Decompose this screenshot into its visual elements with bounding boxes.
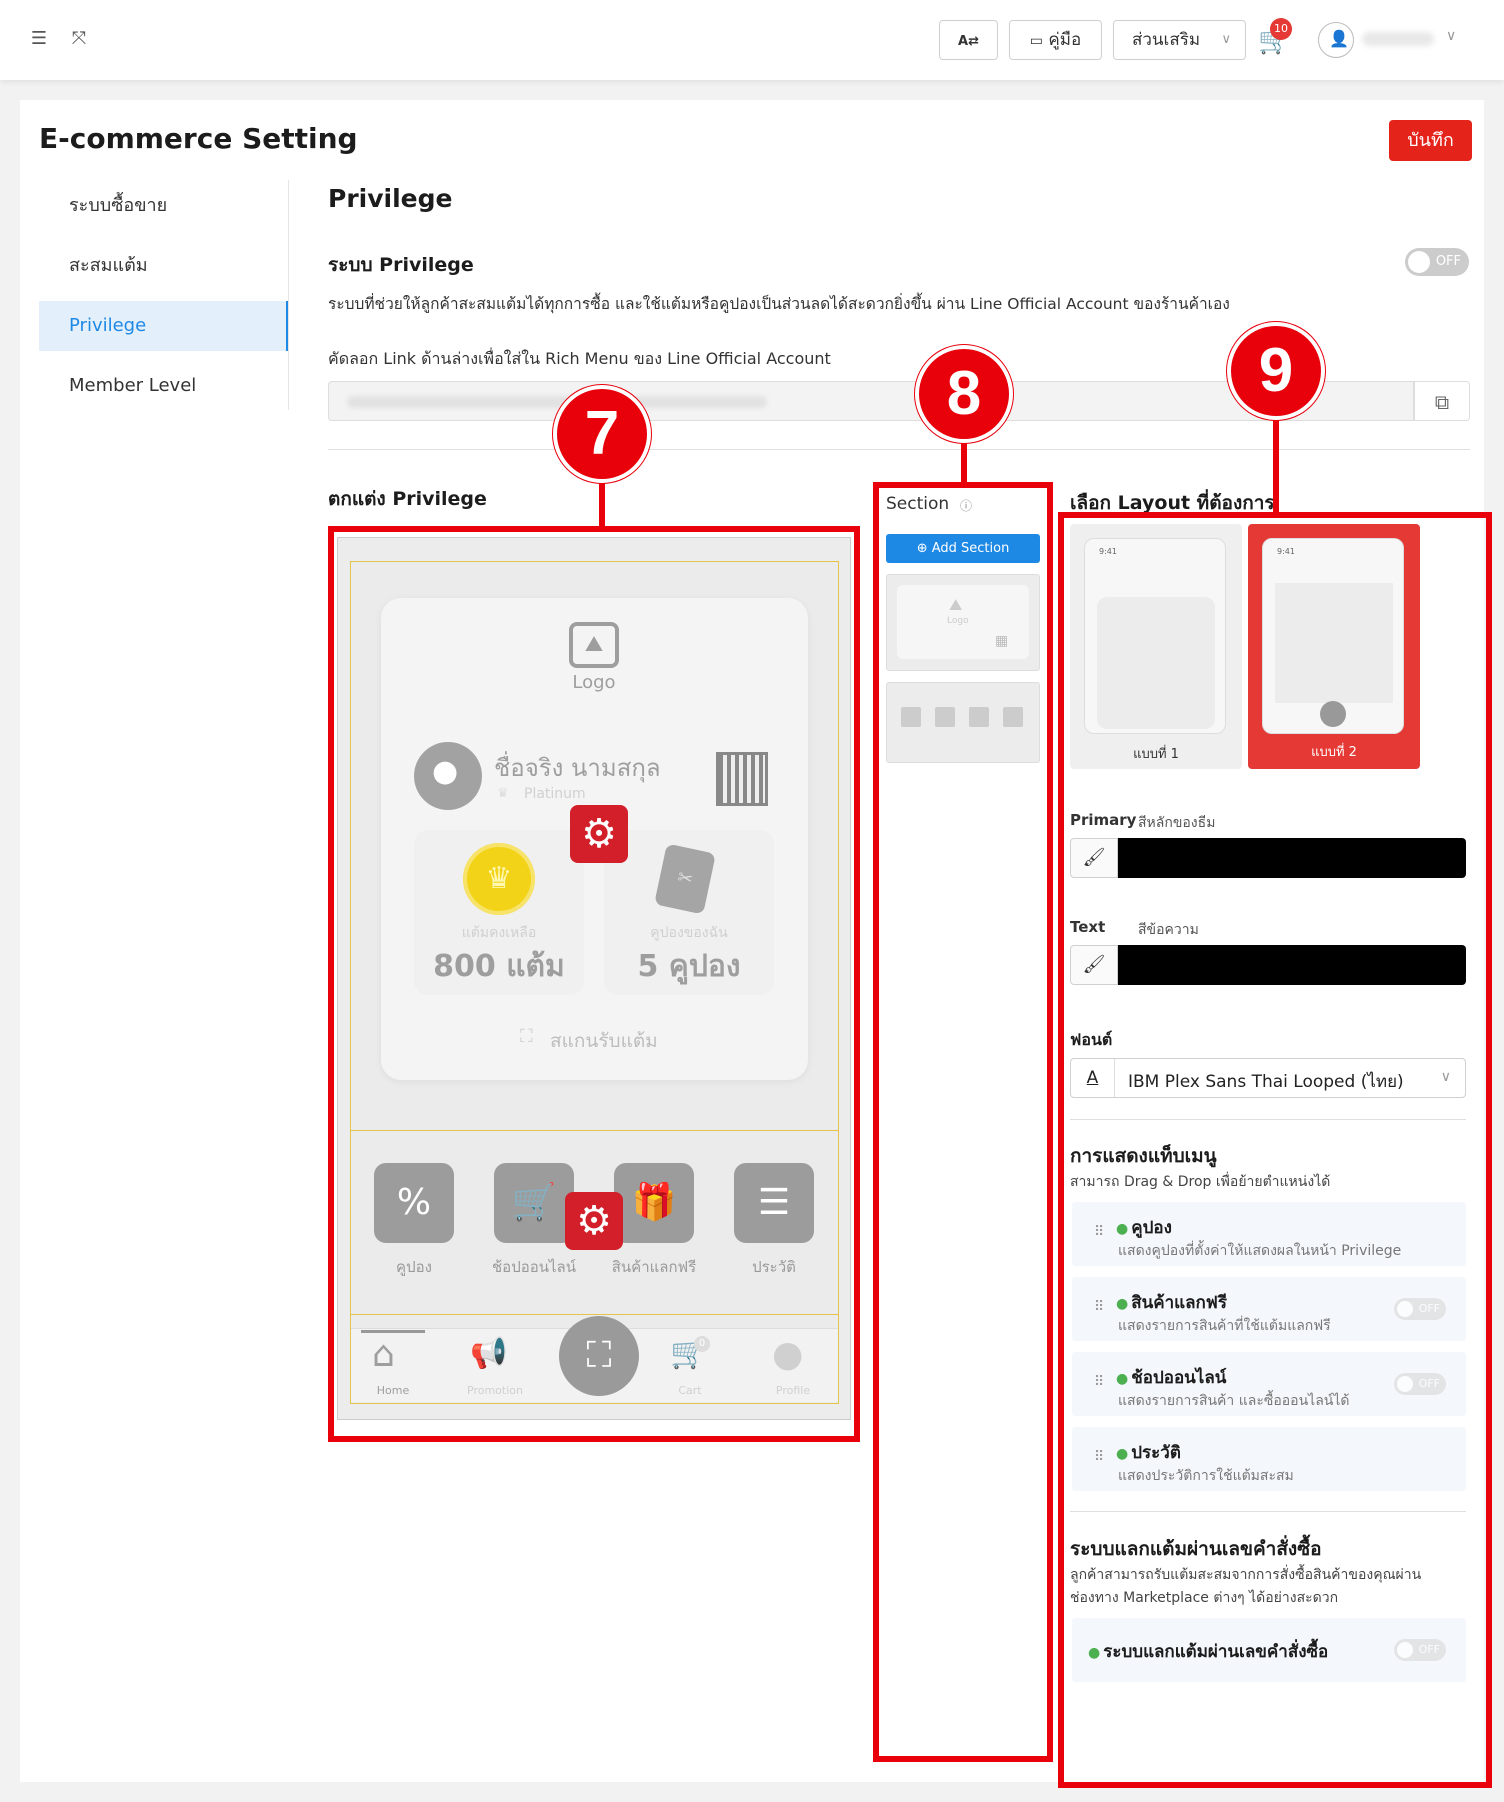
toggle-label: OFF xyxy=(1435,254,1461,269)
annotation-badge-8: 8 xyxy=(915,345,1013,443)
language-icon: A⇄ xyxy=(958,34,979,49)
sidebar-item-sales[interactable]: ระบบซื้อขาย xyxy=(39,181,289,231)
annotation-box-8 xyxy=(873,482,1053,1762)
top-bar: ☰ ⤧ A⇄ ▭ คู่มือ ส่วนเสริม ∨ 🛒 10 👤 ∨ xyxy=(0,0,1504,80)
toggle-knob xyxy=(1408,251,1430,273)
section-heading: Privilege xyxy=(328,184,453,213)
save-button[interactable]: บันทึก xyxy=(1389,120,1472,161)
fullscreen-icon[interactable]: ⤧ xyxy=(68,28,90,50)
privilege-system-toggle[interactable]: OFF xyxy=(1405,248,1469,276)
cart-count-badge: 10 xyxy=(1270,18,1292,40)
user-chevron-down-icon[interactable]: ∨ xyxy=(1446,28,1456,44)
annotation-box-7 xyxy=(328,526,860,1442)
divider xyxy=(328,449,1470,450)
book-icon: ▭ xyxy=(1029,33,1044,49)
annotation-line-8 xyxy=(961,438,967,486)
copy-link-button[interactable]: ⧉ xyxy=(1414,381,1470,421)
menu-fold-icon[interactable]: ☰ xyxy=(28,28,50,50)
link-label: คัดลอก Link ด้านล่างเพื่อใส่ใน Rich Menu… xyxy=(328,349,831,368)
sidebar-item-privilege[interactable]: Privilege xyxy=(39,301,289,351)
manual-label: คู่มือ xyxy=(1048,30,1082,50)
annotation-line-7 xyxy=(599,478,605,530)
system-description: ระบบที่ช่วยให้ลูกค้าสะสมแต้มได้ทุกการซื้… xyxy=(328,295,1230,313)
sidebar-item-points[interactable]: สะสมแต้ม xyxy=(39,241,289,291)
annotation-badge-9: 9 xyxy=(1227,322,1325,420)
system-title: ระบบ Privilege xyxy=(328,254,474,276)
user-icon: 👤 xyxy=(1329,29,1349,48)
copy-icon: ⧉ xyxy=(1434,390,1450,414)
sidebar-divider xyxy=(288,180,289,410)
annotation-box-9 xyxy=(1058,512,1492,1788)
sidebar-item-member-level[interactable]: Member Level xyxy=(39,361,289,411)
annotation-line-9 xyxy=(1273,413,1279,515)
language-button[interactable]: A⇄ xyxy=(939,20,998,60)
customize-title: ตกแต่ง Privilege xyxy=(328,488,487,510)
annotation-badge-7: 7 xyxy=(553,385,651,483)
user-avatar[interactable]: 👤 xyxy=(1318,22,1354,58)
addons-label: ส่วนเสริม xyxy=(1132,30,1201,50)
link-value-blurred xyxy=(347,396,767,408)
chevron-down-icon: ∨ xyxy=(1221,32,1231,47)
page-title: E-commerce Setting xyxy=(39,122,358,155)
manual-button[interactable]: ▭ คู่มือ xyxy=(1009,20,1102,60)
user-name-blurred[interactable] xyxy=(1362,32,1434,46)
addons-dropdown[interactable]: ส่วนเสริม ∨ xyxy=(1113,20,1246,60)
